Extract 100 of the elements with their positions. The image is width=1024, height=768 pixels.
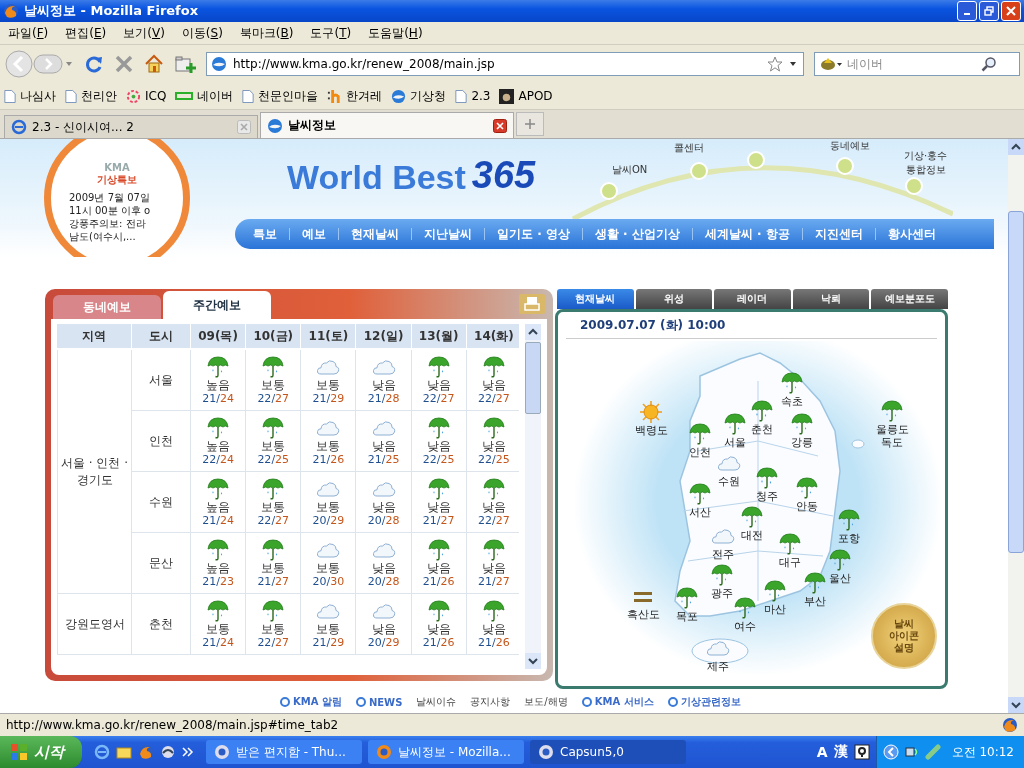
mail-bird-icon[interactable] bbox=[160, 744, 176, 760]
section-link[interactable]: NEWS bbox=[355, 696, 403, 708]
umbrella-icon bbox=[261, 538, 286, 562]
alert-text[interactable]: 2009년 7월 07일 11시 00분 이후 o 강풍주의보: 전라 남도(여수시,... bbox=[69, 190, 165, 243]
input-method-indicator[interactable]: A bbox=[816, 744, 828, 760]
arc-link[interactable]: 기상·홍수 통합정보 bbox=[904, 149, 948, 177]
temperature-range: 21/27 bbox=[478, 575, 510, 588]
station-label: 대구 bbox=[779, 556, 801, 569]
dropdown-icon[interactable] bbox=[789, 60, 797, 68]
map-tab[interactable]: 예보분포도 bbox=[871, 289, 948, 309]
close-icon[interactable] bbox=[493, 118, 507, 133]
footer-link[interactable]: 공지사항 bbox=[470, 695, 511, 709]
bookmark-item[interactable]: APOD bbox=[499, 88, 553, 104]
section-link[interactable]: KMA 알림 bbox=[280, 695, 342, 709]
letter-h-icon bbox=[327, 88, 343, 104]
scrollbar[interactable] bbox=[525, 324, 541, 669]
search-field[interactable]: 네이버 bbox=[814, 52, 1020, 76]
umbrella-icon bbox=[755, 466, 779, 490]
browser-tab[interactable]: 날씨정보 bbox=[260, 112, 514, 138]
menu-item[interactable]: 도구(T) bbox=[310, 24, 352, 42]
browser-tab[interactable]: 2.3 - 신이시여... 2 bbox=[4, 115, 258, 138]
menu-item[interactable]: 이동(S) bbox=[181, 24, 223, 42]
footer-link[interactable]: 보도/해명 bbox=[524, 695, 568, 709]
input-method-indicator[interactable]: 漢 bbox=[833, 743, 848, 761]
bookmark-item[interactable]: 한겨레 bbox=[327, 87, 383, 105]
circle-bullet-icon bbox=[667, 697, 678, 707]
menu-item[interactable]: 파일(F) bbox=[8, 24, 49, 42]
umbrella-icon bbox=[206, 538, 231, 562]
reload-icon[interactable] bbox=[84, 54, 104, 74]
alert-title: 기상특보 bbox=[97, 172, 137, 187]
menu-item[interactable]: 보기(V) bbox=[123, 24, 165, 42]
bookmark-item[interactable]: 기상청 bbox=[391, 87, 447, 105]
minimize-button[interactable] bbox=[957, 1, 977, 21]
temperature-range: 22/27 bbox=[257, 392, 290, 405]
umbrella-icon bbox=[688, 422, 712, 446]
rain-chance: 낮음 bbox=[371, 562, 396, 575]
search-engine-icon[interactable] bbox=[819, 56, 843, 72]
umbrella-icon bbox=[710, 563, 734, 587]
site-globe-icon bbox=[211, 56, 227, 72]
scroll-thumb[interactable] bbox=[525, 342, 541, 414]
browser-e-icon[interactable] bbox=[94, 744, 110, 760]
bookmark-item[interactable]: 2.3 bbox=[455, 88, 491, 104]
restore-button[interactable] bbox=[979, 1, 999, 21]
umbrella-icon bbox=[795, 476, 819, 500]
stop-icon[interactable] bbox=[114, 54, 134, 74]
bookmark-item[interactable]: 나심사 bbox=[4, 87, 56, 105]
map-tab[interactable]: 현재날씨 bbox=[557, 289, 634, 309]
map-tab[interactable]: 레이더 bbox=[714, 289, 791, 309]
taskbar-button[interactable]: Capsun5,0 bbox=[530, 740, 686, 764]
bookmark-item[interactable]: 네이버 bbox=[175, 87, 234, 105]
taskbar-button[interactable]: 날씨정보 - Mozilla... bbox=[368, 740, 524, 764]
star-icon[interactable] bbox=[767, 56, 783, 72]
page-scrollbar[interactable] bbox=[1008, 139, 1024, 713]
footer-link[interactable]: 날씨이슈 bbox=[416, 695, 457, 709]
rain-chance: 낮음 bbox=[426, 562, 451, 575]
forecast-tab[interactable]: 주간예보 bbox=[163, 291, 271, 319]
menu-item[interactable]: 도움말(H) bbox=[368, 24, 423, 42]
search-icon[interactable] bbox=[981, 56, 997, 72]
map-tab[interactable]: 위성 bbox=[635, 289, 713, 309]
bookmark-item[interactable]: 천문인마을 bbox=[242, 87, 319, 105]
arc-link[interactable]: 동네예보 bbox=[830, 139, 870, 153]
map-tab[interactable]: 낙뢰 bbox=[792, 289, 870, 309]
help-icon[interactable] bbox=[853, 744, 870, 760]
scroll-down-icon[interactable] bbox=[1008, 697, 1024, 713]
arc-link[interactable]: 콜센터 bbox=[674, 141, 704, 155]
scroll-thumb[interactable] bbox=[1008, 211, 1024, 553]
menu-item[interactable]: 북마크(B) bbox=[239, 24, 294, 42]
station-label: 포항 bbox=[838, 532, 860, 545]
page-icon bbox=[455, 88, 468, 104]
back-forward-button[interactable] bbox=[4, 49, 74, 79]
station-label: 광주 bbox=[711, 587, 733, 600]
menu-item[interactable]: 편집(E) bbox=[65, 24, 107, 42]
scroll-up-icon[interactable] bbox=[525, 324, 541, 340]
scroll-up-icon[interactable] bbox=[1008, 139, 1024, 155]
new-tab-icon[interactable] bbox=[516, 112, 544, 136]
address-field[interactable]: http://www.kma.go.kr/renew_2008/main.jsp bbox=[206, 52, 804, 76]
close-button[interactable] bbox=[1001, 1, 1021, 21]
section-link[interactable]: KMA 서비스 bbox=[581, 695, 654, 709]
home-icon[interactable] bbox=[144, 54, 164, 74]
circle-bullet-icon bbox=[355, 697, 366, 707]
add-bookmark-icon[interactable] bbox=[174, 54, 196, 74]
scroll-down-icon[interactable] bbox=[525, 653, 541, 669]
umbrella-icon bbox=[426, 416, 451, 440]
globe-icon bbox=[391, 88, 407, 104]
bookmark-item[interactable]: ICQ bbox=[126, 88, 167, 104]
temperature-range: 21/27 bbox=[257, 575, 290, 588]
chevron-icon[interactable] bbox=[182, 747, 194, 757]
weather-icon-legend-button[interactable]: 날씨 아이콘 설명 bbox=[871, 603, 937, 669]
brand-number: 365 bbox=[471, 154, 536, 197]
browser-logo-icon[interactable] bbox=[138, 744, 154, 760]
taskbar-button[interactable]: 받은 편지함 - Thu... bbox=[206, 740, 362, 764]
network-icon[interactable] bbox=[903, 744, 920, 760]
bookmark-item[interactable]: 천리안 bbox=[65, 87, 117, 105]
column-header: 14(화) bbox=[466, 324, 519, 350]
section-link[interactable]: 기상관련정보 bbox=[667, 695, 741, 709]
umbrella-icon bbox=[206, 416, 231, 440]
folder-icon[interactable] bbox=[116, 744, 132, 760]
umbrella-icon bbox=[828, 548, 852, 572]
arc-link[interactable]: 날씨ON bbox=[612, 163, 648, 177]
umbrella-icon bbox=[803, 571, 827, 595]
